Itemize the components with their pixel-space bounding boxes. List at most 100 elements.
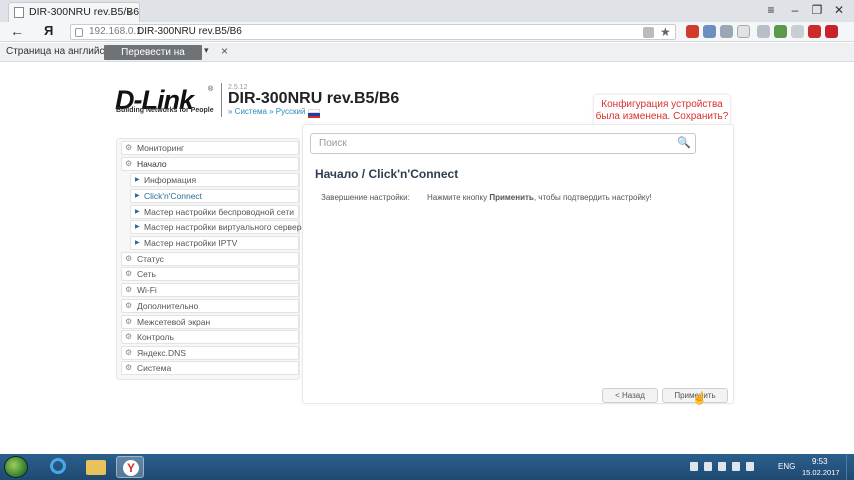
setting-value-post: , чтобы подтвердить настройку! [533, 193, 652, 202]
address-bar[interactable]: 192.168.0.1 DIR-300NRU rev.B5/B6 ★ [70, 24, 676, 40]
close-window-icon[interactable]: ✕ [828, 2, 850, 18]
setting-label: Завершение настройки: [321, 193, 410, 202]
windows-taskbar: Y ENG 9:53 15.02.2017 [0, 454, 854, 480]
extension-pinterest-icon[interactable] [825, 25, 838, 38]
gear-icon: ⚙ [125, 159, 133, 168]
content-panel [302, 124, 734, 404]
back-arrow-icon[interactable]: ← [10, 23, 24, 39]
extension-globe-icon[interactable] [791, 25, 804, 38]
volume-icon[interactable] [746, 462, 754, 471]
gear-icon: ⚙ [125, 143, 133, 152]
minimize-icon[interactable]: – [784, 2, 806, 18]
yandex-logo-icon[interactable]: Я [44, 23, 53, 38]
sidebar-subitem-clickconnect[interactable]: ▶ Click'n'Connect [130, 189, 299, 203]
back-button[interactable]: < Назад [602, 388, 658, 403]
logo-tagline: Building Networks for People [116, 107, 214, 114]
sidebar-item-label: Мастер настройки беспроводной сети [144, 207, 294, 217]
page-icon [14, 7, 24, 18]
bookmark-star-icon[interactable]: ★ [660, 25, 671, 39]
sidebar-item-wifi[interactable]: ⚙ Wi-Fi [121, 283, 299, 297]
sidebar-item-firewall[interactable]: ⚙ Межсетевой экран [121, 315, 299, 329]
sidebar-item-system[interactable]: ⚙ Система [121, 361, 299, 375]
internet-explorer-icon[interactable] [44, 456, 72, 478]
russian-flag-icon [308, 109, 320, 118]
sidebar-item-label: Начало [137, 159, 167, 169]
extension-red-icon[interactable] [808, 25, 821, 38]
gear-icon: ⚙ [125, 317, 133, 326]
triangle-right-icon: ▶ [135, 224, 140, 230]
sidebar-item-status[interactable]: ⚙ Статус [121, 252, 299, 266]
triangle-right-icon: ▶ [135, 193, 140, 199]
tab-close-icon[interactable]: × [126, 5, 133, 19]
gear-icon: ⚙ [125, 301, 133, 310]
setting-value: Нажмите кнопку Применить, чтобы подтверд… [427, 193, 652, 202]
system-tray [690, 457, 770, 477]
logo-registered-mark: ® [208, 86, 214, 93]
sidebar-subitem-wifi-wizard[interactable]: ▶ Мастер настройки беспроводной сети [130, 205, 299, 219]
extension-download-icon[interactable] [737, 25, 750, 38]
page-info-icon[interactable] [75, 28, 83, 37]
gear-icon: ⚙ [125, 254, 133, 263]
page-title: Начало / Click'n'Connect [315, 167, 459, 181]
sidebar-subitem-iptv-wizard[interactable]: ▶ Мастер настройки IPTV [130, 236, 299, 250]
sidebar-subitem-info[interactable]: ▶ Информация [130, 173, 299, 187]
notification-line2: была изменена. Сохранить? [595, 111, 729, 122]
setting-value-bold: Применить [489, 193, 534, 202]
sidebar-item-control[interactable]: ⚙ Контроль [121, 330, 299, 344]
sidebar-item-label: Дополнительно [137, 301, 199, 311]
clock-time[interactable]: 9:53 [812, 457, 828, 466]
triangle-right-icon: ▶ [135, 209, 140, 215]
sidebar-item-label: Система [137, 363, 172, 373]
search-icon[interactable]: 🔍 [677, 136, 691, 149]
language-indicator[interactable]: ENG [778, 462, 795, 471]
browser-toolbar: ← Я 192.168.0.1 DIR-300NRU rev.B5/B6 ★ [0, 22, 854, 42]
address-page-title: DIR-300NRU rev.B5/B6 [137, 26, 242, 37]
tray-app-icon[interactable] [718, 462, 726, 471]
translate-icon[interactable] [643, 27, 654, 38]
chevron-down-icon[interactable]: ▾ [204, 45, 209, 56]
sidebar-item-label: Статус [137, 254, 164, 264]
device-model: DIR-300NRU rev.B5/B6 [228, 90, 400, 107]
extension-adblock-icon[interactable] [686, 25, 699, 38]
sidebar-item-label: Click'n'Connect [144, 191, 203, 201]
translate-close-icon[interactable]: × [221, 44, 228, 58]
gear-icon: ⚙ [125, 285, 133, 294]
extension-mail-icon[interactable] [703, 25, 716, 38]
extension-green-icon[interactable] [774, 25, 787, 38]
network-icon[interactable] [732, 462, 740, 471]
search-box[interactable]: Поиск 🔍 [310, 133, 696, 154]
explorer-folder-icon[interactable] [82, 456, 110, 478]
sidebar-item-monitoring[interactable]: ⚙ Мониторинг [121, 141, 299, 155]
address-url: 192.168.0.1 [89, 26, 142, 37]
tray-arrow-icon[interactable] [690, 462, 698, 471]
browser-tab[interactable]: DIR-300NRU rev.B5/B6 × [8, 2, 140, 22]
gear-icon: ⚙ [125, 332, 133, 341]
menu-icon[interactable]: ≡ [760, 2, 782, 18]
sidebar-subitem-vserver-wizard[interactable]: ▶ Мастер настройки виртуального сервера [130, 220, 306, 234]
gear-icon: ⚙ [125, 363, 133, 372]
tab-title: DIR-300NRU rev.B5/B6 [29, 6, 140, 18]
sidebar-item-label: Wi-Fi [137, 285, 157, 295]
sidebar-item-label: Мастер настройки IPTV [144, 238, 238, 248]
restore-icon[interactable]: ❐ [806, 2, 828, 18]
clock-date[interactable]: 15.02.2017 [802, 468, 840, 477]
extension-shield-icon[interactable] [757, 25, 770, 38]
flag-icon[interactable] [704, 462, 712, 471]
setting-value-pre: Нажмите кнопку [427, 193, 490, 202]
yandex-browser-icon[interactable]: Y [116, 456, 144, 478]
breadcrumb[interactable]: » Система » Русский [228, 107, 305, 116]
start-button[interactable] [4, 456, 28, 478]
sidebar-item-label: Межсетевой экран [137, 317, 211, 327]
extension-cloud-icon[interactable] [720, 25, 733, 38]
sidebar-item-yandex-dns[interactable]: ⚙ Яндекс.DNS [121, 346, 299, 360]
sidebar-item-label: Информация [144, 175, 197, 185]
sidebar-item-advanced[interactable]: ⚙ Дополнительно [121, 299, 299, 313]
translate-button[interactable]: Перевести на русский [104, 45, 202, 73]
sidebar-item-network[interactable]: ⚙ Сеть [121, 267, 299, 281]
search-input[interactable]: Поиск [319, 138, 347, 149]
sidebar-item-label: Сеть [137, 269, 156, 279]
sidebar-item-start[interactable]: ⚙ Начало [121, 157, 299, 171]
gear-icon: ⚙ [125, 269, 133, 278]
show-desktop-button[interactable] [846, 454, 854, 480]
triangle-right-icon: ▶ [135, 177, 140, 183]
